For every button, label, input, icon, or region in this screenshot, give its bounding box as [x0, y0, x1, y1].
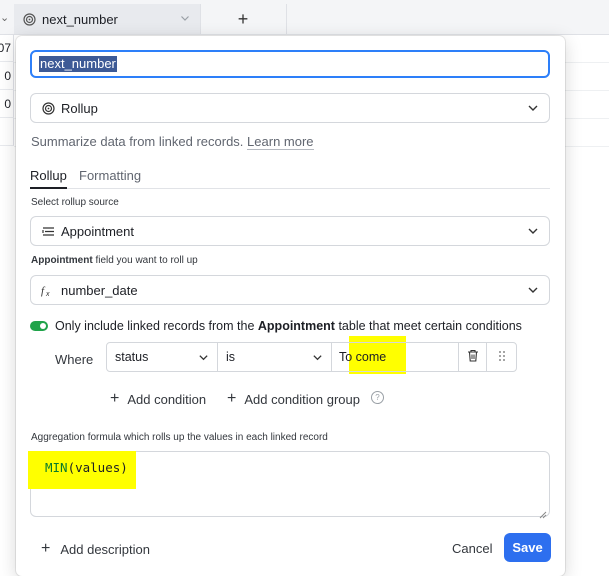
rollup-source-select[interactable]: Appointment — [30, 216, 550, 246]
condition-value-input[interactable]: To come — [331, 342, 459, 372]
add-column-button[interactable]: + — [200, 4, 287, 34]
add-description-label: Add description — [60, 541, 150, 557]
formula-args: (values) — [67, 460, 128, 475]
rollup-source-value: Appointment — [61, 223, 134, 239]
add-condition-label: Add condition — [127, 391, 207, 407]
chevron-down-icon[interactable] — [180, 13, 190, 26]
aggregation-label: Aggregation formula which rolls up the v… — [31, 432, 328, 443]
conditions-toggle[interactable] — [30, 321, 48, 331]
rollup-field-label-text: field you want to roll up — [95, 255, 198, 266]
row-cell[interactable]: 0 — [0, 62, 14, 90]
linked-table-name: Appointment — [31, 255, 93, 266]
condition-operator-value: is — [226, 350, 236, 364]
chevron-down-icon: ⌄ — [0, 12, 10, 24]
help-icon[interactable]: ? — [371, 391, 384, 404]
chevron-down-icon — [527, 225, 539, 237]
formula-text: MIN(values) — [45, 460, 128, 475]
link-list-icon — [41, 224, 55, 238]
chevron-down-icon — [527, 102, 539, 114]
plus-icon: + — [110, 390, 120, 407]
trash-icon — [467, 349, 479, 365]
chevron-down-icon — [527, 284, 539, 296]
rollup-source-label: Select rollup source — [31, 197, 119, 208]
add-condition-group-label: Add condition group — [244, 391, 360, 407]
condition-field-select[interactable]: status — [106, 342, 218, 372]
learn-more-link[interactable]: Learn more — [247, 134, 314, 150]
field-type-select[interactable]: Rollup — [30, 93, 550, 123]
plus-icon: + — [41, 540, 51, 557]
field-name-text: next_number — [39, 56, 117, 72]
rollup-field-label: Appointment field you want to roll up — [31, 255, 198, 266]
toggle-knob — [40, 323, 46, 329]
field-name-input[interactable]: next_number — [30, 50, 550, 78]
description-text: Summarize data from linked records. — [31, 134, 244, 149]
rollup-field-value: number_date — [61, 282, 138, 298]
toggle-table-name: Appointment — [257, 319, 335, 333]
drag-condition-handle[interactable] — [486, 342, 517, 372]
drag-handle-icon — [498, 350, 506, 365]
row-cell[interactable] — [0, 118, 14, 146]
toggle-text-prefix: Only include linked records from the — [55, 319, 255, 333]
field-config-dialog: next_number Rollup Summarize data from l… — [16, 36, 565, 576]
chevron-down-icon — [198, 352, 209, 363]
row-cell[interactable]: 07 — [0, 34, 14, 62]
cancel-button[interactable]: Cancel — [452, 541, 492, 556]
field-type-label: Rollup — [61, 100, 98, 116]
conditions-toggle-row: Only include linked records from the App… — [30, 318, 522, 334]
field-description: Summarize data from linked records. Lear… — [31, 134, 314, 150]
config-tabs: Rollup Formatting — [30, 168, 550, 189]
formula-function: MIN — [45, 460, 68, 475]
condition-field-value: status — [115, 350, 149, 364]
delete-condition-button[interactable] — [458, 342, 487, 372]
svg-text:x: x — [45, 291, 50, 297]
formula-icon: fx — [41, 283, 55, 297]
plus-icon: + — [227, 390, 237, 407]
condition-operator-select[interactable]: is — [217, 342, 332, 372]
tab-formatting[interactable]: Formatting — [79, 168, 141, 187]
prev-column-header[interactable]: ⌄ — [0, 4, 15, 34]
save-button[interactable]: Save — [504, 533, 551, 562]
add-condition-group-button[interactable]: + Add condition group — [227, 390, 360, 408]
rollup-icon — [41, 101, 55, 115]
rollup-icon — [22, 12, 36, 26]
column-title: next_number — [42, 11, 118, 27]
chevron-down-icon — [312, 352, 323, 363]
column-header-next-number[interactable]: next_number — [14, 4, 201, 34]
add-condition-button[interactable]: + Add condition — [110, 390, 206, 408]
rollup-field-select[interactable]: fx number_date — [30, 275, 550, 305]
add-description-button[interactable]: + Add description — [41, 540, 150, 558]
where-label: Where — [55, 352, 94, 367]
condition-value-text: To come — [339, 350, 387, 364]
toggle-text-suffix: table that meet certain conditions — [338, 319, 522, 333]
row-cell[interactable]: 0 — [0, 90, 14, 118]
tab-rollup[interactable]: Rollup — [30, 168, 67, 189]
resize-handle-icon[interactable] — [539, 506, 547, 519]
